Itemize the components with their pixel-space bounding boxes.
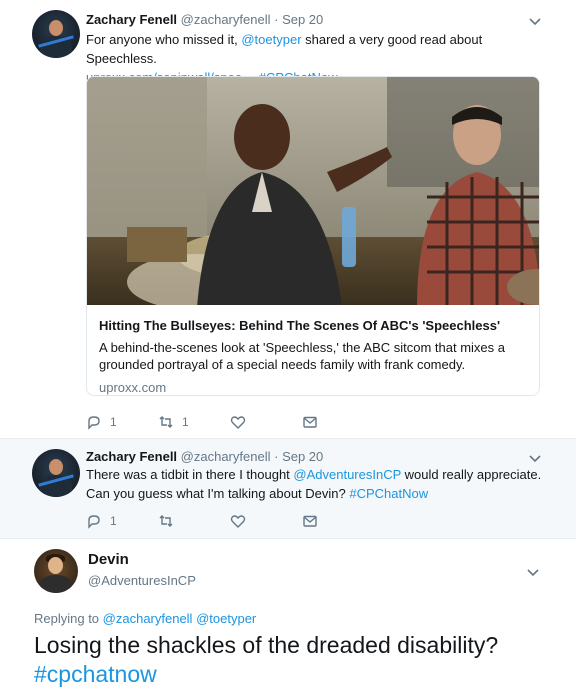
focused-tweet[interactable]: Devin @AdventuresInCP Replying to @zacha… xyxy=(0,538,576,697)
replying-to: Replying to @zacharyfenell @toetyper xyxy=(34,611,256,626)
tweet-text-part: For anyone who missed it, xyxy=(86,32,242,47)
card-image[interactable] xyxy=(87,77,539,305)
message-icon xyxy=(303,416,317,428)
retweet-icon xyxy=(159,416,173,428)
tweet[interactable]: Zachary Fenell @zacharyfenell · Sep 20 T… xyxy=(0,438,576,538)
card-domain: uproxx.com xyxy=(99,380,167,395)
message-icon xyxy=(303,515,317,527)
timestamp[interactable]: Sep 20 xyxy=(282,12,323,27)
message-button[interactable] xyxy=(302,511,318,531)
author-name[interactable]: Devin xyxy=(88,551,129,568)
retweet-button[interactable]: 1 xyxy=(158,412,189,432)
card-description: A behind-the-scenes look at 'Speechless,… xyxy=(99,340,506,372)
author-name[interactable]: Zachary Fenell xyxy=(86,12,177,27)
card-photo xyxy=(87,77,539,305)
retweet-button[interactable] xyxy=(158,511,174,531)
retweet-count: 1 xyxy=(182,415,189,429)
tweet-text-part: would really appreciate. xyxy=(401,467,542,482)
reply-button[interactable]: 1 xyxy=(86,511,117,531)
card-title[interactable]: Hitting The Bullseyes: Behind The Scenes… xyxy=(99,317,529,335)
tweet-text-part: Can you guess what I'm talking about Dev… xyxy=(86,486,350,501)
reply-button[interactable]: 1 xyxy=(86,412,117,432)
reply-icon xyxy=(88,515,100,529)
author-name[interactable]: Zachary Fenell xyxy=(86,449,177,464)
tweet-header: Zachary Fenell @zacharyfenell · Sep 20 xyxy=(86,449,323,464)
tweet-text-part: Losing the shackles of the dreaded disab… xyxy=(34,632,499,658)
tweet-text-part: There was a tidbit in there I thought xyxy=(86,467,294,482)
chevron-down-icon[interactable] xyxy=(528,451,542,465)
like-button[interactable] xyxy=(230,511,246,531)
tweet-text: There was a tidbit in there I thought @A… xyxy=(86,465,566,503)
chevron-down-icon[interactable] xyxy=(526,565,540,579)
tweet-actions: 1 xyxy=(86,511,326,531)
tweet-actions: 1 1 xyxy=(86,412,326,432)
like-icon xyxy=(230,515,246,528)
author-handle[interactable]: @zacharyfenell xyxy=(181,12,271,27)
link-card[interactable]: Hitting The Bullseyes: Behind The Scenes… xyxy=(86,76,540,396)
message-button[interactable] xyxy=(302,412,318,432)
chevron-down-icon[interactable] xyxy=(528,14,542,28)
tweet-header: Zachary Fenell @zacharyfenell · Sep 20 xyxy=(86,12,323,27)
hashtag-link[interactable]: #CPChatNow xyxy=(349,486,428,501)
card-text[interactable]: Hitting The Bullseyes: Behind The Scenes… xyxy=(99,317,529,395)
like-icon xyxy=(230,416,246,429)
tweet-text: Losing the shackles of the dreaded disab… xyxy=(34,631,554,689)
avatar[interactable] xyxy=(34,549,78,593)
avatar[interactable] xyxy=(32,10,80,58)
timestamp[interactable]: Sep 20 xyxy=(282,449,323,464)
mention-link[interactable]: @toetyper xyxy=(196,611,256,626)
author-handle[interactable]: @zacharyfenell xyxy=(181,449,271,464)
reply-icon xyxy=(88,416,100,430)
tweet[interactable]: Zachary Fenell @zacharyfenell · Sep 20 F… xyxy=(0,0,576,438)
mention-link[interactable]: @zacharyfenell xyxy=(103,611,193,626)
reply-count: 1 xyxy=(110,514,117,528)
author-handle[interactable]: @AdventuresInCP xyxy=(88,573,196,588)
reply-count: 1 xyxy=(110,415,117,429)
mention-link[interactable]: @AdventuresInCP xyxy=(293,467,401,482)
mention-link[interactable]: @toetyper xyxy=(241,32,301,47)
retweet-icon xyxy=(159,515,173,527)
replying-prefix: Replying to xyxy=(34,611,103,626)
avatar[interactable] xyxy=(32,449,80,497)
separator: · xyxy=(274,449,279,464)
like-button[interactable] xyxy=(230,412,246,432)
separator: · xyxy=(274,12,279,27)
hashtag-link[interactable]: #cpchatnow xyxy=(34,661,157,687)
